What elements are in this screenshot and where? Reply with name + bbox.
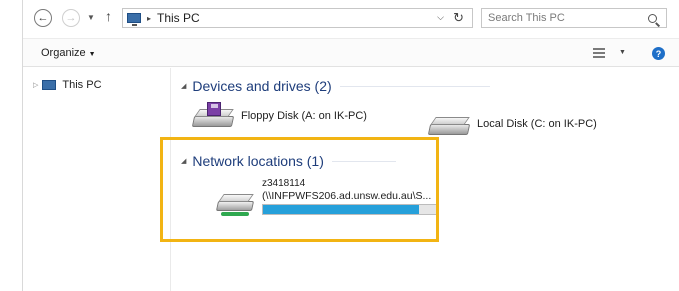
organize-caret-icon: ▼: [88, 51, 96, 58]
address-row: ← → ▼ ↑ ▸ This PC ⌵ ↻ Search This PC: [23, 0, 679, 36]
drive-floppy[interactable]: Floppy Disk (A: on IK-PC): [191, 102, 367, 129]
group-collapse-icon[interactable]: ◢: [181, 82, 186, 90]
address-history-chevron-icon[interactable]: ⌵: [437, 12, 444, 23]
organize-button[interactable]: Organize ▼: [41, 47, 96, 59]
address-bar[interactable]: ▸ This PC ⌵ ↻: [122, 8, 473, 28]
command-bar: Organize ▼ ▼ ?: [23, 38, 679, 67]
search-icon[interactable]: [648, 13, 657, 23]
breadcrumb-this-pc[interactable]: This PC: [157, 11, 200, 25]
search-input[interactable]: Search This PC: [481, 8, 667, 28]
this-pc-icon: [42, 80, 57, 90]
refresh-icon[interactable]: ↻: [453, 10, 464, 26]
group-title: Devices and drives (2): [192, 78, 332, 94]
up-arrow-icon[interactable]: ↑: [105, 8, 112, 24]
drive-label: Floppy Disk (A: on IK-PC): [241, 110, 367, 122]
nav-item-label: This PC: [62, 79, 102, 91]
drive-label: Local Disk (C: on IK-PC): [477, 118, 597, 130]
breadcrumb-separator: ▸: [147, 13, 152, 23]
this-pc-icon: [127, 13, 141, 26]
chevron-down-icon[interactable]: ▼: [87, 13, 95, 22]
floppy-drive-icon: [191, 102, 235, 129]
search-placeholder: Search This PC: [488, 12, 565, 24]
highlight-box: [160, 137, 439, 242]
expand-arrow-icon[interactable]: ▷: [33, 81, 38, 89]
local-disk-icon: [427, 111, 471, 137]
drive-local-disk[interactable]: Local Disk (C: on IK-PC): [427, 111, 597, 137]
nav-item-this-pc[interactable]: ▷ This PC: [33, 79, 102, 91]
group-devices-and-drives[interactable]: ◢ Devices and drives (2): [181, 78, 490, 94]
navigation-pane: ▷ This PC: [23, 68, 171, 291]
help-icon[interactable]: ?: [652, 47, 665, 60]
change-view-icon[interactable]: [593, 48, 605, 58]
back-arrow-icon[interactable]: ←: [34, 9, 52, 27]
group-divider: [339, 85, 490, 87]
organize-label: Organize: [41, 47, 86, 59]
view-options-chevron-icon[interactable]: ▼: [619, 49, 626, 56]
forward-arrow-icon[interactable]: →: [62, 9, 80, 27]
